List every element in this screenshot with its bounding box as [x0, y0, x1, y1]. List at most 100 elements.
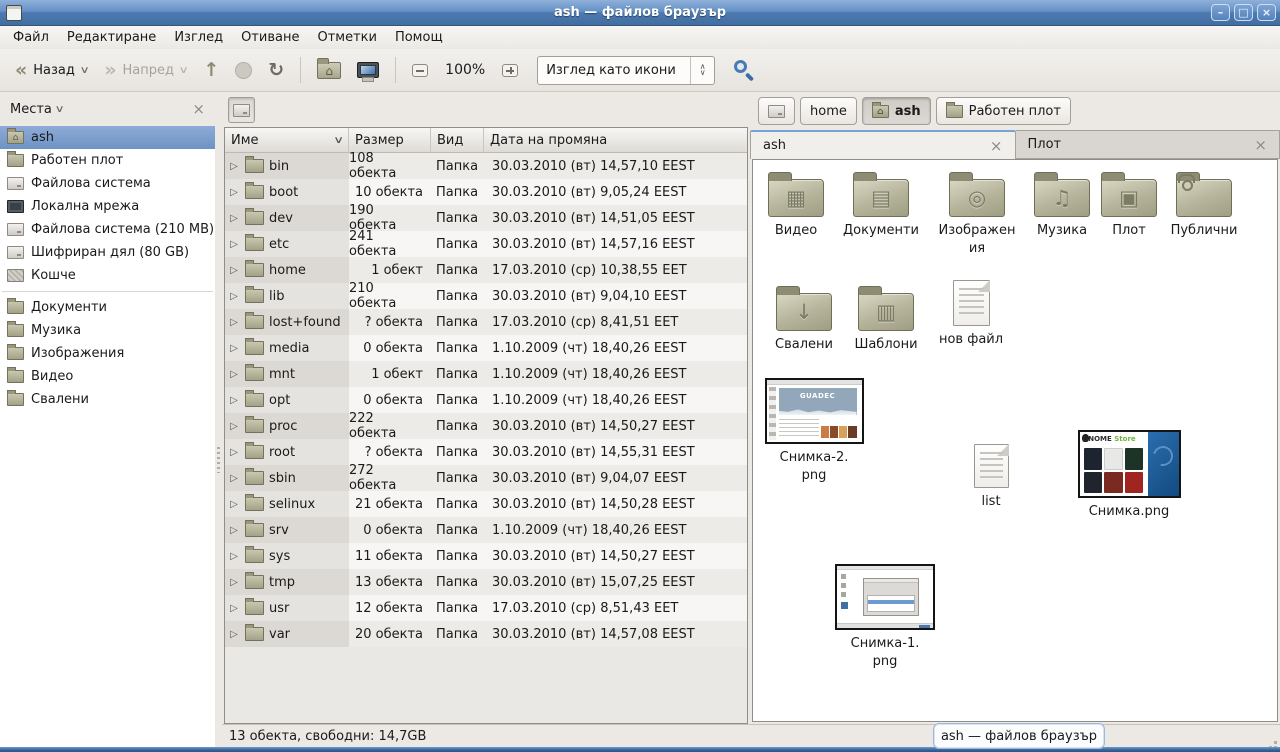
- expander-icon[interactable]: ▷: [228, 317, 240, 328]
- expander-icon[interactable]: ▷: [228, 499, 240, 510]
- breadcrumb-home[interactable]: home: [800, 97, 857, 125]
- expander-icon[interactable]: ▷: [228, 369, 240, 380]
- tab-ash[interactable]: ash ×: [750, 130, 1016, 159]
- view-mode-select[interactable]: Изглед като икони ∧∨: [537, 56, 715, 85]
- table-row[interactable]: ▷lost+found? обектаПапка17.03.2010 (ср) …: [225, 309, 747, 335]
- sidebar-close-icon[interactable]: ×: [192, 100, 205, 118]
- sidebar-item-downloads[interactable]: Свалени: [0, 388, 215, 411]
- sidebar-item-documents[interactable]: Документи: [0, 296, 215, 319]
- table-row[interactable]: ▷selinux21 обектаПапка30.03.2010 (вт) 14…: [225, 491, 747, 517]
- back-button[interactable]: « Назад ∨: [8, 58, 95, 82]
- expander-icon[interactable]: ▷: [228, 213, 240, 224]
- menu-file[interactable]: Файл: [4, 27, 58, 48]
- menu-help[interactable]: Помощ: [386, 27, 452, 48]
- sidebar-item-trash[interactable]: Кошче: [0, 264, 215, 287]
- close-button[interactable]: ×: [1257, 4, 1276, 21]
- breadcrumb-ash[interactable]: ⌂ ash: [862, 97, 931, 125]
- search-button[interactable]: [731, 58, 755, 82]
- table-row[interactable]: ▷opt0 обектаПапка1.10.2009 (чт) 18,40,26…: [225, 387, 747, 413]
- expander-icon[interactable]: ▷: [228, 473, 240, 484]
- expander-icon[interactable]: ▷: [228, 187, 240, 198]
- column-header-date[interactable]: Дата на промяна: [484, 128, 747, 152]
- breadcrumb-desktop[interactable]: Работен плот: [936, 97, 1071, 125]
- computer-button[interactable]: [350, 58, 386, 82]
- taskbar-window-button[interactable]: ash — файлов браузър: [933, 723, 1105, 749]
- table-row[interactable]: ▷usr12 обектаПапка17.03.2010 (ср) 8,51,4…: [225, 595, 747, 621]
- reload-button[interactable]: ↻: [261, 58, 291, 82]
- tab-close-icon[interactable]: ×: [990, 137, 1003, 155]
- breadcrumb-root[interactable]: [758, 97, 795, 125]
- tab-plot[interactable]: Плот ×: [1016, 130, 1280, 159]
- sidebar-item-video[interactable]: Видео: [0, 365, 215, 388]
- sidebar-item-filesystem[interactable]: Файлова система: [0, 172, 215, 195]
- table-row[interactable]: ▷proc222 обектаПапка30.03.2010 (вт) 14,5…: [225, 413, 747, 439]
- menu-go[interactable]: Отиване: [232, 27, 308, 48]
- resize-grip[interactable]: [1274, 741, 1277, 744]
- expander-icon[interactable]: ▷: [228, 421, 240, 432]
- file-list[interactable]: list: [951, 444, 1031, 511]
- column-header-size[interactable]: Размер: [349, 128, 431, 152]
- table-row[interactable]: ▷sys11 обектаПапка30.03.2010 (вт) 14,50,…: [225, 543, 747, 569]
- titlebar[interactable]: ash — файлов браузър – □ ×: [0, 0, 1280, 26]
- expander-icon[interactable]: ▷: [228, 447, 240, 458]
- table-row[interactable]: ▷dev190 обектаПапка30.03.2010 (вт) 14,51…: [225, 205, 747, 231]
- table-row[interactable]: ▷boot10 обектаПапка30.03.2010 (вт) 9,05,…: [225, 179, 747, 205]
- table-row[interactable]: ▷root? обектаПапка30.03.2010 (вт) 14,55,…: [225, 439, 747, 465]
- stop-button[interactable]: [228, 58, 259, 83]
- file-new-file[interactable]: нов файл: [931, 280, 1011, 349]
- sidebar-item-filesystem-210mb[interactable]: Файлова система (210 MB): [0, 218, 215, 241]
- folder-music[interactable]: ♫ Музика: [1023, 170, 1101, 240]
- folder-downloads[interactable]: ↓ Свалени: [767, 284, 841, 354]
- sidebar-item-pictures[interactable]: Изображения: [0, 342, 215, 365]
- folder-video[interactable]: ▦ Видео: [759, 170, 833, 240]
- expander-icon[interactable]: ▷: [228, 603, 240, 614]
- sidebar-item-ash[interactable]: ⌂ ash: [0, 126, 215, 149]
- menu-bookmarks[interactable]: Отметки: [308, 27, 385, 48]
- table-row[interactable]: ▷sbin272 обектаПапка30.03.2010 (вт) 9,04…: [225, 465, 747, 491]
- sidebar-item-encrypted-80gb[interactable]: Шифриран дял (80 GB): [0, 241, 215, 264]
- expander-icon[interactable]: ▷: [228, 161, 240, 172]
- table-row[interactable]: ▷lib210 обектаПапка30.03.2010 (вт) 9,04,…: [225, 283, 747, 309]
- file-snimka-png[interactable]: GNOME Store Снимка.png: [1075, 430, 1183, 521]
- sidebar-item-music[interactable]: Музика: [0, 319, 215, 342]
- folder-desktop[interactable]: ▣ Плот: [1097, 170, 1161, 240]
- expander-icon[interactable]: ▷: [228, 577, 240, 588]
- expander-icon[interactable]: ▷: [228, 629, 240, 640]
- folder-pictures[interactable]: ◎ Изображения: [933, 170, 1021, 257]
- menu-view[interactable]: Изглед: [165, 27, 232, 48]
- file-snimka-1-png[interactable]: Снимка-1.png: [833, 564, 937, 670]
- sidebar-item-network[interactable]: Локална мрежа: [0, 195, 215, 218]
- expander-icon[interactable]: ▷: [228, 551, 240, 562]
- column-header-name[interactable]: Име ∨: [225, 128, 349, 152]
- pane-splitter[interactable]: [215, 92, 222, 747]
- table-row[interactable]: ▷bin108 обектаПапка30.03.2010 (вт) 14,57…: [225, 153, 747, 179]
- zoom-out-button[interactable]: [405, 60, 435, 81]
- minimize-button[interactable]: –: [1211, 4, 1230, 21]
- expander-icon[interactable]: ▷: [228, 265, 240, 276]
- combo-spin-icon[interactable]: ∧∨: [690, 57, 714, 84]
- table-row[interactable]: ▷tmp13 обектаПапка30.03.2010 (вт) 15,07,…: [225, 569, 747, 595]
- expander-icon[interactable]: ▷: [228, 343, 240, 354]
- file-snimka-2-png[interactable]: GUADEC Снимка-2.png: [763, 378, 865, 484]
- table-row[interactable]: ▷etc241 обектаПапка30.03.2010 (вт) 14,57…: [225, 231, 747, 257]
- sidebar-header-label[interactable]: Места: [10, 102, 52, 117]
- expander-icon[interactable]: ▷: [228, 525, 240, 536]
- sidebar-header-caret-icon[interactable]: ∨: [54, 104, 64, 115]
- column-header-type[interactable]: Вид: [431, 128, 484, 152]
- table-row[interactable]: ▷var20 обектаПапка30.03.2010 (вт) 14,57,…: [225, 621, 747, 647]
- folder-templates[interactable]: ▥ Шаблони: [847, 284, 925, 354]
- maximize-button[interactable]: □: [1234, 4, 1253, 21]
- tab-close-icon[interactable]: ×: [1254, 136, 1267, 154]
- table-row[interactable]: ▷srv0 обектаПапка1.10.2009 (чт) 18,40,26…: [225, 517, 747, 543]
- table-row[interactable]: ▷media0 обектаПапка1.10.2009 (чт) 18,40,…: [225, 335, 747, 361]
- icon-view[interactable]: ▦ Видео ▤ Документи ◎ Изображения ♫ Музи…: [752, 159, 1278, 722]
- up-button[interactable]: ↑: [196, 58, 226, 82]
- expander-icon[interactable]: ▷: [228, 395, 240, 406]
- expander-icon[interactable]: ▷: [228, 239, 240, 250]
- folder-documents[interactable]: ▤ Документи: [835, 170, 927, 240]
- home-button[interactable]: ⌂: [310, 58, 348, 83]
- folder-public[interactable]: Публични: [1163, 170, 1245, 240]
- zoom-in-button[interactable]: [495, 60, 525, 81]
- forward-button[interactable]: » Напред ∨: [97, 58, 194, 82]
- expander-icon[interactable]: ▷: [228, 291, 240, 302]
